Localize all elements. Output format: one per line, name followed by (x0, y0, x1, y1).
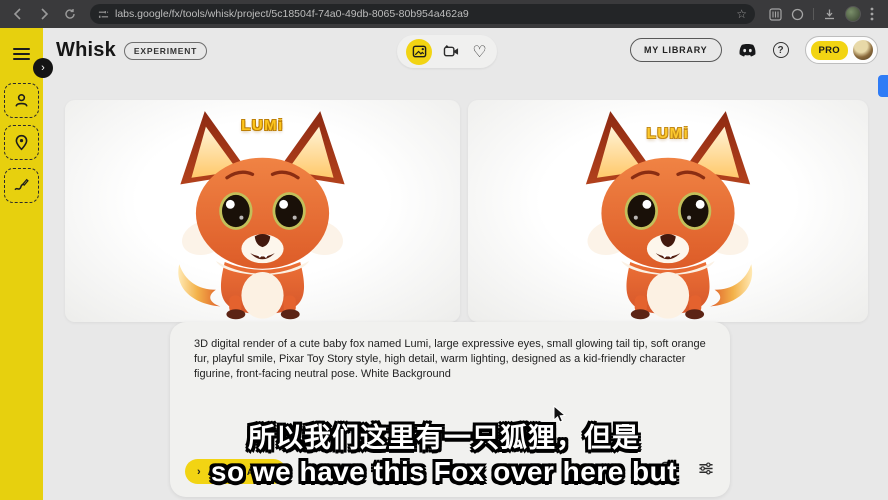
app-header: Whisk EXPERIMENT ♡ MY LIBRARY ? PRO (43, 28, 888, 80)
subtitle-english: so we have this Fox over here but (0, 456, 888, 488)
video-mode-icon[interactable] (443, 43, 460, 60)
url-text[interactable]: labs.google/fx/tools/whisk/project/5c185… (115, 8, 730, 20)
site-settings-icon[interactable] (98, 9, 109, 20)
style-pen-icon (13, 177, 30, 194)
image-mode-icon[interactable] (406, 39, 432, 65)
experiment-badge: EXPERIMENT (124, 42, 207, 60)
fox-name-label: LUMi (65, 117, 460, 134)
prompt-text[interactable]: 3D digital render of a cute baby fox nam… (194, 337, 710, 383)
favorites-heart-icon[interactable]: ♡ (471, 43, 488, 60)
kebab-menu-icon[interactable] (870, 7, 874, 21)
profile-circle-icon[interactable] (791, 8, 804, 21)
reload-icon[interactable] (60, 4, 80, 24)
account-pill[interactable]: PRO (805, 36, 879, 64)
subtitle-chinese: 所以我们这里有一只狐狸，但是 (0, 416, 888, 455)
discord-icon[interactable] (738, 43, 757, 58)
fox-name-label: LUMi (468, 125, 868, 142)
back-icon[interactable] (8, 4, 28, 24)
forward-icon[interactable] (34, 4, 54, 24)
mouse-cursor (553, 405, 567, 430)
my-library-button[interactable]: MY LIBRARY (630, 38, 722, 62)
browser-avatar[interactable] (845, 6, 861, 22)
scene-pin-icon (13, 134, 30, 151)
pro-badge: PRO (811, 41, 849, 60)
sidebar-expand-button[interactable]: › (33, 58, 53, 78)
bookmark-star-icon[interactable]: ☆ (736, 7, 747, 21)
peek-button[interactable] (878, 75, 888, 97)
sidebar-item-scene[interactable] (4, 125, 39, 160)
mode-switcher: ♡ (397, 35, 497, 68)
browser-chrome: labs.google/fx/tools/whisk/project/5c185… (0, 0, 888, 28)
address-bar[interactable]: labs.google/fx/tools/whisk/project/5c185… (90, 4, 755, 24)
chevron-right-icon: › (41, 62, 45, 74)
page-title: Whisk (56, 39, 116, 62)
sidebar-item-style[interactable] (4, 168, 39, 203)
help-icon[interactable]: ? (773, 42, 789, 58)
generated-image-right[interactable]: LUMi (468, 100, 868, 322)
generated-image-left[interactable]: LUMi (65, 100, 460, 322)
sidebar-item-subject[interactable] (4, 83, 39, 118)
avatar (853, 40, 873, 60)
toolbar-divider (813, 8, 814, 20)
download-icon[interactable] (823, 8, 836, 21)
hamburger-icon[interactable] (13, 48, 30, 60)
subject-person-icon (13, 92, 30, 109)
extensions-icon[interactable] (769, 8, 782, 21)
